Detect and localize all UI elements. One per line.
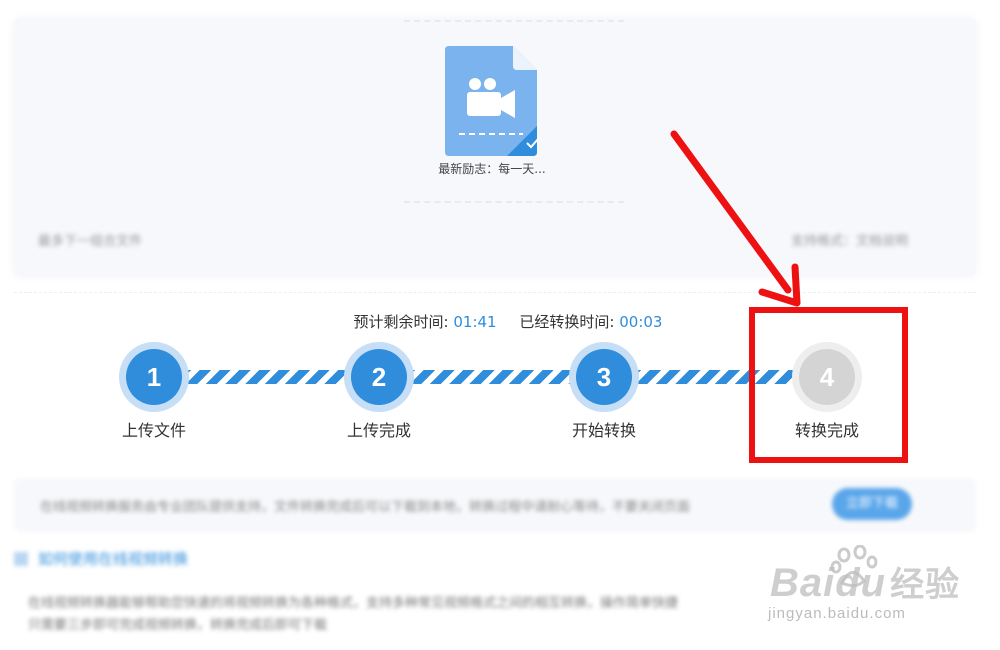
uploaded-file[interactable]: 最新励志：每一天... [430, 46, 570, 196]
help-icon [14, 552, 28, 566]
help-text-line-1: 在线视频转换器能够帮助您快速的将视频转换为各种格式，支持多种常见视频格式之间的相… [28, 596, 679, 611]
progress-track-1 [180, 370, 360, 384]
upload-card: 最新励志：每一天... 最多下一组合文件 支持格式：文档说明 [14, 18, 976, 276]
dashed-divider-bottom [404, 201, 624, 203]
file-name: 最新励志：每一天... [438, 162, 546, 176]
elapsed-time-value: 00:03 [619, 313, 663, 331]
step-2-number: 2 [351, 349, 407, 405]
elapsed-time-label: 已经转换时间: [519, 313, 615, 331]
help-title-text: 如何使用在线视频转换 [38, 550, 189, 568]
dashed-divider-top [404, 20, 624, 22]
watermark-url: jingyan.baidu.com [768, 605, 906, 622]
annotation-highlight-box [749, 307, 908, 463]
watermark-brand-text: Baidu [770, 561, 887, 605]
step-1-number: 1 [126, 349, 182, 405]
baidu-jingyan-watermark: Baidu 经验 jingyan.baidu.com [760, 545, 990, 630]
watermark-brand-cn: 经验 [890, 566, 961, 604]
progress-track-2 [404, 370, 584, 384]
info-bar: 在线视频转换服务由专业团队提供支持，文件转换完成后可以下载到本地，转换过程中请耐… [14, 478, 976, 532]
step-1: 1 [119, 342, 189, 412]
watermark-brand: Baidu 经验 [770, 557, 960, 606]
info-text: 在线视频转换服务由专业团队提供支持，文件转换完成后可以下载到本地，转换过程中请耐… [40, 500, 691, 515]
video-file-icon [445, 46, 537, 156]
step-2-label: 上传完成 [346, 421, 411, 440]
step-3: 3 [569, 342, 639, 412]
help-text-line-2: 只需要三步即可完成视频转换，转换完成后即可下载 [28, 618, 328, 633]
download-button[interactable]: 立即下载 [832, 488, 912, 520]
remaining-time-label: 预计剩余时间: [353, 313, 449, 331]
checkmark-icon [526, 137, 540, 149]
help-title: 如何使用在线视频转换 [14, 548, 188, 569]
upload-hint-right: 支持格式：文档说明 [790, 234, 908, 249]
step-1-label: 上传文件 [121, 421, 186, 440]
upload-hint-left: 最多下一组合文件 [38, 234, 143, 249]
step-3-number: 3 [576, 349, 632, 405]
step-3-label: 开始转换 [571, 421, 636, 440]
step-2: 2 [344, 342, 414, 412]
remaining-time-value: 01:41 [453, 313, 497, 331]
